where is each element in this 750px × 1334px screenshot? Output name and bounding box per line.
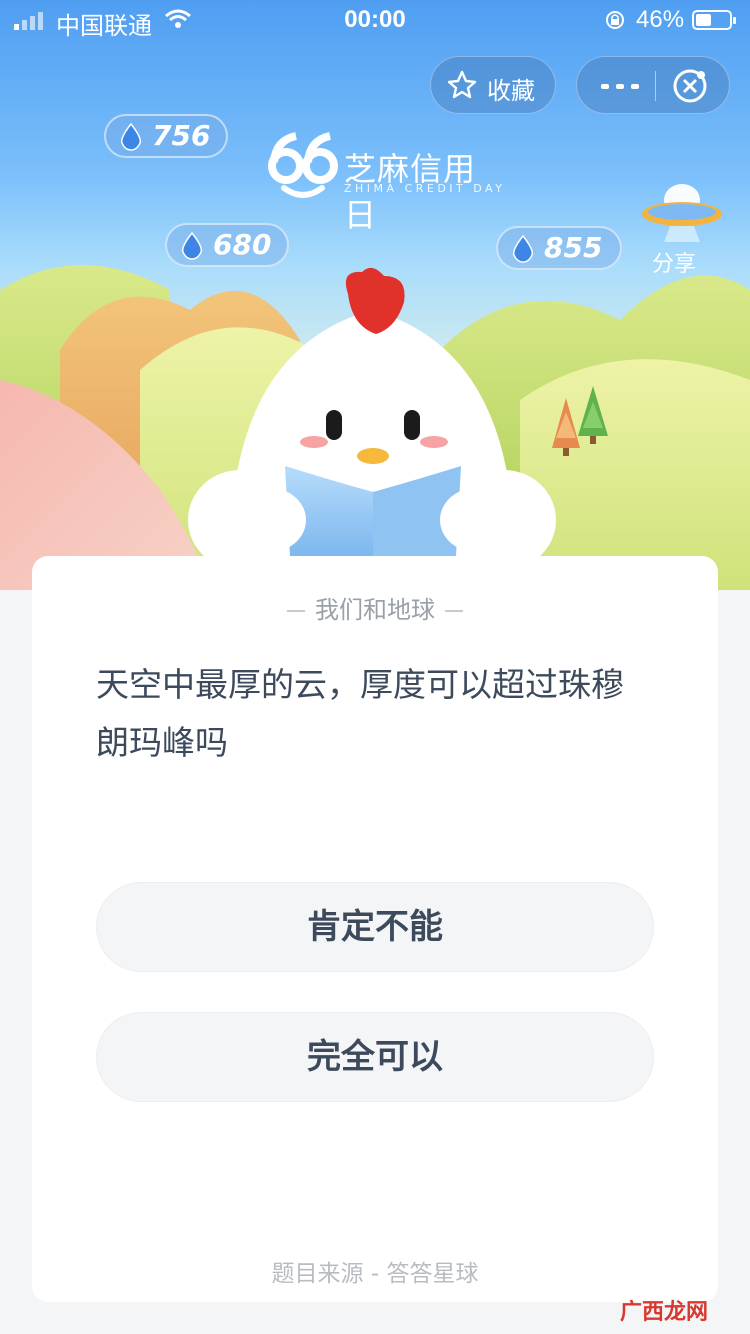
capsule-divider [655,71,656,101]
question-source: 题目来源 - 答答星球 [271,1261,479,1287]
points-value: 756 [152,119,211,152]
answer-option[interactable]: 肯定不能 [96,882,654,972]
logo-66-mark [268,132,338,198]
answer-option[interactable]: 完全可以 [96,1012,654,1102]
capsule-menu [576,56,730,114]
drop-icon [181,231,203,260]
more-icon[interactable] [601,83,641,91]
favorite-button[interactable]: 收藏 [430,56,556,114]
favorite-label: 收藏 [487,77,535,105]
points-bubble[interactable]: 855 [496,226,622,270]
status-bar: 中国联通 00:00 46% [0,0,750,40]
ufo-icon[interactable] [640,178,724,244]
quiz-category: 我们和地球 [32,590,718,625]
logo-subtitle: ZHIMA CREDIT DAY [344,182,506,195]
category-label: 我们和地球 [315,596,435,624]
zhima-credit-day-logo: 芝麻信用日 ZHIMA CREDIT DAY [266,132,506,234]
star-icon [447,70,477,99]
category-dash-left [287,610,305,612]
battery-icon [692,10,736,30]
hero-banner: 中国联通 00:00 46% 收藏 756 680 855 芝麻信用日 ZHIM… [0,0,750,590]
drop-icon [512,234,534,263]
share-label[interactable]: 分享 [652,246,696,278]
points-value: 855 [544,231,603,264]
close-icon[interactable] [671,67,709,105]
points-bubble[interactable]: 756 [104,114,228,158]
drop-icon [120,122,142,151]
scenery-illustration [0,265,750,590]
quiz-question: 天空中最厚的云，厚度可以超过珠穆朗玛峰吗 [96,665,624,762]
rotation-lock-icon [606,11,624,29]
category-dash-right [445,610,463,612]
watermark: 广西龙网 [620,1300,709,1325]
points-bubble[interactable]: 680 [165,223,289,267]
points-value: 680 [213,228,272,261]
battery-percent: 46% [636,6,685,33]
quiz-card: 我们和地球 天空中最厚的云，厚度可以超过珠穆朗玛峰吗 肯定不能 完全可以 题目来… [32,556,718,1302]
